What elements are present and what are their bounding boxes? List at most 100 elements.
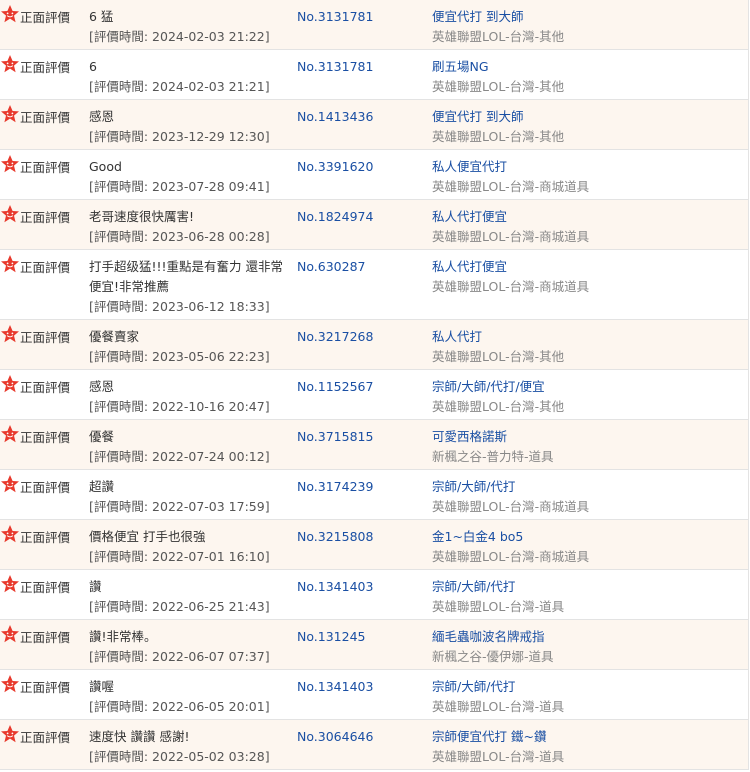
comment-text: 6 xyxy=(89,59,97,74)
item-title-link[interactable]: 便宜代打 到大師 xyxy=(432,107,564,127)
order-number-link[interactable]: No.1341403 xyxy=(297,677,373,697)
review-comment: 感恩 [評價時間: 2022-10-16 20:47] xyxy=(89,377,289,417)
review-row: 正面評價 速度快 讚讚 感謝! [評價時間: 2022-05-02 03:28]… xyxy=(0,720,748,770)
item-title-link[interactable]: 私人代打 xyxy=(432,327,564,347)
item-category: 英雄聯盟LOL-台灣-商城道具 xyxy=(432,279,590,294)
item-category: 英雄聯盟LOL-台灣-其他 xyxy=(432,129,565,144)
comment-text: 老哥速度很快厲害! xyxy=(89,209,195,224)
rating-type-label: 正面評價 xyxy=(20,60,71,75)
order-number-link[interactable]: No.630287 xyxy=(297,257,365,277)
item-category: 英雄聯盟LOL-台灣-其他 xyxy=(432,399,565,414)
review-comment: 速度快 讚讚 感謝! [評價時間: 2022-05-02 03:28] xyxy=(89,727,289,767)
review-time: [評價時間: 2022-06-07 07:37] xyxy=(89,649,270,664)
item-info: 便宜代打 到大師 英雄聯盟LOL-台灣-其他 xyxy=(432,107,564,147)
review-list: 正面評價 6 猛 [評價時間: 2024-02-03 21:22] No.313… xyxy=(0,0,749,770)
review-comment: 讚喔 [評價時間: 2022-06-05 20:01] xyxy=(89,677,289,717)
comment-text: 讚!非常棒。 xyxy=(89,629,157,644)
item-info: 便宜代打 到大師 英雄聯盟LOL-台灣-其他 xyxy=(432,7,564,47)
review-time: [評價時間: 2022-10-16 20:47] xyxy=(89,399,270,414)
comment-text: 打手超级猛!!!重點是有奮力 還非常便宜!非常推薦 xyxy=(89,259,284,294)
rating-type-label: 正面評價 xyxy=(20,110,71,125)
positive-rating-icon xyxy=(0,374,20,394)
review-row: 正面評價 Good [評價時間: 2023-07-28 09:41] No.33… xyxy=(0,150,748,200)
item-title-link[interactable]: 刷五場NG xyxy=(432,57,564,77)
positive-rating-icon xyxy=(0,724,20,744)
review-row: 正面評價 讚喔 [評價時間: 2022-06-05 20:01] No.1341… xyxy=(0,670,748,720)
review-row: 正面評價 老哥速度很快厲害! [評價時間: 2023-06-28 00:28] … xyxy=(0,200,748,250)
rating-type-label: 正面評價 xyxy=(20,680,71,695)
positive-rating-icon xyxy=(0,574,20,594)
review-time: [評價時間: 2023-07-28 09:41] xyxy=(89,179,270,194)
rating-type-label: 正面評價 xyxy=(20,730,71,745)
order-number-link[interactable]: No.3064646 xyxy=(297,727,373,747)
rating-type-label: 正面評價 xyxy=(20,330,71,345)
comment-text: 讚 xyxy=(89,579,102,594)
order-number-link[interactable]: No.3131781 xyxy=(297,57,373,77)
review-comment: 讚 [評價時間: 2022-06-25 21:43] xyxy=(89,577,289,617)
review-time: [評價時間: 2022-07-03 17:59] xyxy=(89,499,270,514)
item-info: 私人代打便宜 英雄聯盟LOL-台灣-商城道具 xyxy=(432,207,589,247)
item-title-link[interactable]: 私人代打便宜 xyxy=(432,207,589,227)
positive-rating-icon xyxy=(0,674,20,694)
order-number-link[interactable]: No.3131781 xyxy=(297,7,373,27)
item-title-link[interactable]: 金1~白金4 bo5 xyxy=(432,527,589,547)
item-title-link[interactable]: 可愛西格諾斯 xyxy=(432,427,554,447)
positive-rating-icon xyxy=(0,104,20,124)
item-category: 英雄聯盟LOL-台灣-其他 xyxy=(432,79,565,94)
comment-text: 優餐賣家 xyxy=(89,329,140,344)
order-number-link[interactable]: No.1152567 xyxy=(297,377,373,397)
comment-text: 感恩 xyxy=(89,379,115,394)
order-number-link[interactable]: No.3174239 xyxy=(297,477,373,497)
item-title-link[interactable]: 宗師/大師/代打 xyxy=(432,577,564,597)
item-title-link[interactable]: 緬毛蟲咖波名牌戒指 xyxy=(432,627,554,647)
item-title-link[interactable]: 私人代打便宜 xyxy=(432,257,589,277)
order-number-link[interactable]: No.1413436 xyxy=(297,107,373,127)
review-row: 正面評價 感恩 [評價時間: 2022-10-16 20:47] No.1152… xyxy=(0,370,748,420)
order-number-link[interactable]: No.131245 xyxy=(297,627,365,647)
item-title-link[interactable]: 宗師/大師/代打 xyxy=(432,477,589,497)
review-time: [評價時間: 2023-12-29 12:30] xyxy=(89,129,270,144)
review-time: [評價時間: 2024-02-03 21:22] xyxy=(89,29,270,44)
comment-text: 超讚 xyxy=(89,479,115,494)
item-info: 金1~白金4 bo5 英雄聯盟LOL-台灣-商城道具 xyxy=(432,527,589,567)
review-comment: 優餐 [評價時間: 2022-07-24 00:12] xyxy=(89,427,289,467)
review-comment: 價格便宜 打手也很強 [評價時間: 2022-07-01 16:10] xyxy=(89,527,289,567)
positive-rating-icon xyxy=(0,324,20,344)
rating-type-label: 正面評價 xyxy=(20,210,71,225)
order-number-link[interactable]: No.3217268 xyxy=(297,327,373,347)
order-number-link[interactable]: No.1341403 xyxy=(297,577,373,597)
item-info: 宗師/大師/代打/便宜 英雄聯盟LOL-台灣-其他 xyxy=(432,377,564,417)
positive-rating-icon xyxy=(0,204,20,224)
positive-rating-icon xyxy=(0,154,20,174)
review-row: 正面評價 讚 [評價時間: 2022-06-25 21:43] No.13414… xyxy=(0,570,748,620)
item-title-link[interactable]: 便宜代打 到大師 xyxy=(432,7,564,27)
comment-text: 優餐 xyxy=(89,429,115,444)
positive-rating-icon xyxy=(0,254,20,274)
review-time: [評價時間: 2022-07-01 16:10] xyxy=(89,549,270,564)
positive-rating-icon xyxy=(0,424,20,444)
review-time: [評價時間: 2023-06-12 18:33] xyxy=(89,299,270,314)
order-number-link[interactable]: No.1824974 xyxy=(297,207,373,227)
positive-rating-icon xyxy=(0,4,20,24)
item-title-link[interactable]: 宗師/大師/代打 xyxy=(432,677,564,697)
item-title-link[interactable]: 宗師便宜代打 鐵~鑽 xyxy=(432,727,564,747)
item-title-link[interactable]: 宗師/大師/代打/便宜 xyxy=(432,377,564,397)
rating-type-label: 正面評價 xyxy=(20,480,71,495)
review-time: [評價時間: 2023-05-06 22:23] xyxy=(89,349,270,364)
item-title-link[interactable]: 私人便宜代打 xyxy=(432,157,589,177)
review-comment: 打手超级猛!!!重點是有奮力 還非常便宜!非常推薦 [評價時間: 2023-06… xyxy=(89,257,289,317)
item-info: 宗師/大師/代打 英雄聯盟LOL-台灣-商城道具 xyxy=(432,477,589,517)
review-time: [評價時間: 2022-05-02 03:28] xyxy=(89,749,270,764)
item-info: 私人便宜代打 英雄聯盟LOL-台灣-商城道具 xyxy=(432,157,589,197)
comment-text: 6 猛 xyxy=(89,9,114,24)
order-number-link[interactable]: No.3215808 xyxy=(297,527,373,547)
item-info: 私人代打便宜 英雄聯盟LOL-台灣-商城道具 xyxy=(432,257,589,297)
review-comment: Good [評價時間: 2023-07-28 09:41] xyxy=(89,157,289,197)
order-number-link[interactable]: No.3391620 xyxy=(297,157,373,177)
rating-type-label: 正面評價 xyxy=(20,580,71,595)
item-info: 刷五場NG 英雄聯盟LOL-台灣-其他 xyxy=(432,57,564,97)
positive-rating-icon xyxy=(0,54,20,74)
review-time: [評價時間: 2022-06-25 21:43] xyxy=(89,599,270,614)
order-number-link[interactable]: No.3715815 xyxy=(297,427,373,447)
review-time: [評價時間: 2023-06-28 00:28] xyxy=(89,229,270,244)
